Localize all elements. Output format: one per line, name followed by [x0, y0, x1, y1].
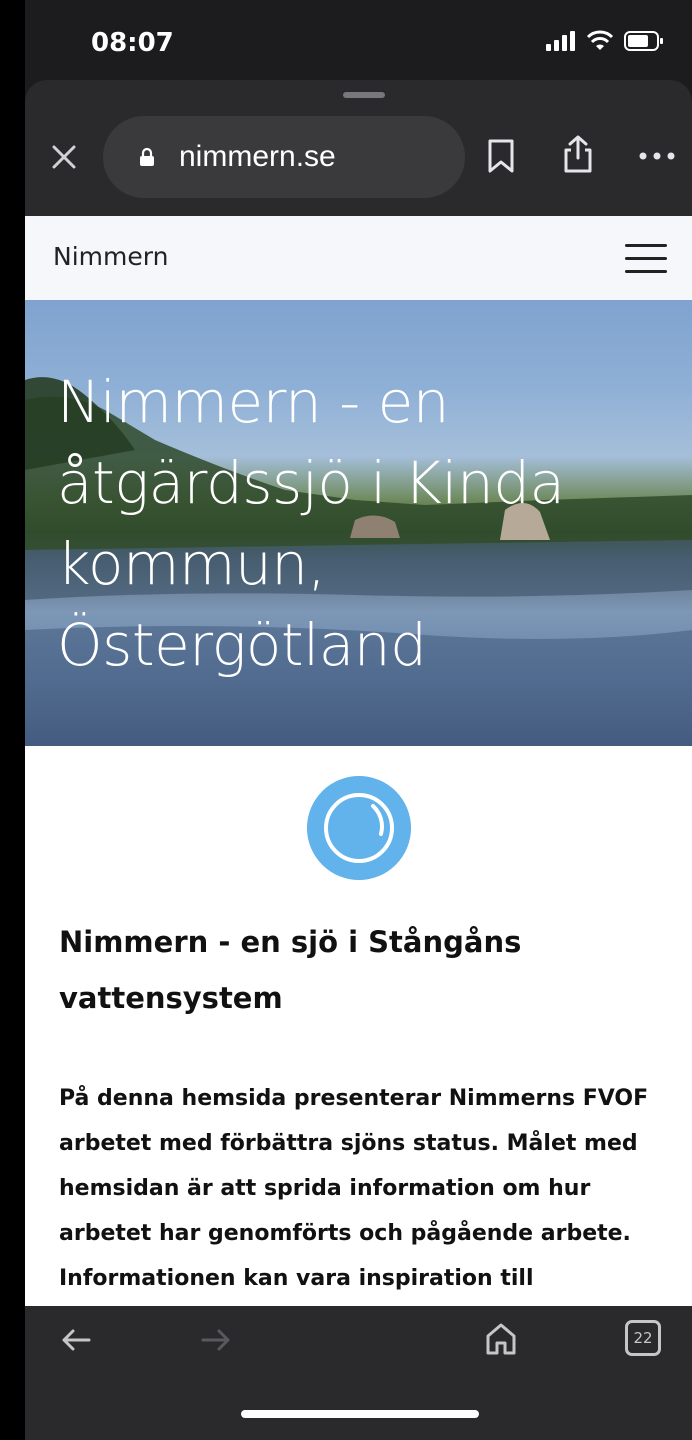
status-time: 08:07: [91, 28, 174, 58]
tab-count-button[interactable]: 22: [625, 1320, 661, 1356]
battery-icon: [624, 31, 663, 51]
lock-icon: [140, 147, 154, 166]
intro-paragraph: På denna hemsida presenterar Nimmerns FV…: [59, 1086, 649, 1291]
address-bar[interactable]: nimmern.se: [103, 116, 465, 198]
section-title: Nimmern - en sjö i Stångåns vattensystem: [59, 925, 522, 1015]
site-logo-text[interactable]: Nimmern: [53, 242, 168, 271]
bookmark-icon[interactable]: [487, 138, 515, 174]
home-icon[interactable]: [485, 1322, 517, 1356]
browser-toolbar: nimmern.se: [25, 80, 692, 216]
back-arrow-icon[interactable]: [61, 1328, 91, 1352]
hero-banner: Nimmern - en åtgärdssjö i Kinda kommun, …: [25, 300, 692, 746]
lens-logo-icon: [307, 776, 411, 880]
url-text: nimmern.se: [179, 140, 336, 173]
phone-screen: 08:07 nimmern.se Nimmern Nimmern - en åt…: [25, 0, 692, 1440]
sheet-grabber[interactable]: [343, 92, 385, 98]
share-icon[interactable]: [561, 134, 595, 174]
web-content: Nimmern Nimmern - en åtgärdssjö i Kinda …: [25, 216, 692, 1306]
wifi-icon: [586, 30, 614, 50]
site-header: Nimmern: [25, 216, 692, 300]
close-icon[interactable]: [51, 144, 77, 170]
bottom-toolbar: 22: [25, 1306, 692, 1440]
forward-arrow-icon[interactable]: [201, 1328, 231, 1352]
menu-hamburger-icon[interactable]: [625, 244, 667, 274]
more-options-icon[interactable]: [637, 150, 677, 162]
status-icons: [546, 30, 664, 52]
status-bar: 08:07: [25, 0, 692, 80]
home-indicator[interactable]: [241, 1410, 479, 1418]
cellular-signal-icon: [546, 31, 575, 51]
hero-title: Nimmern - en åtgärdssjö i Kinda kommun, …: [57, 368, 565, 679]
